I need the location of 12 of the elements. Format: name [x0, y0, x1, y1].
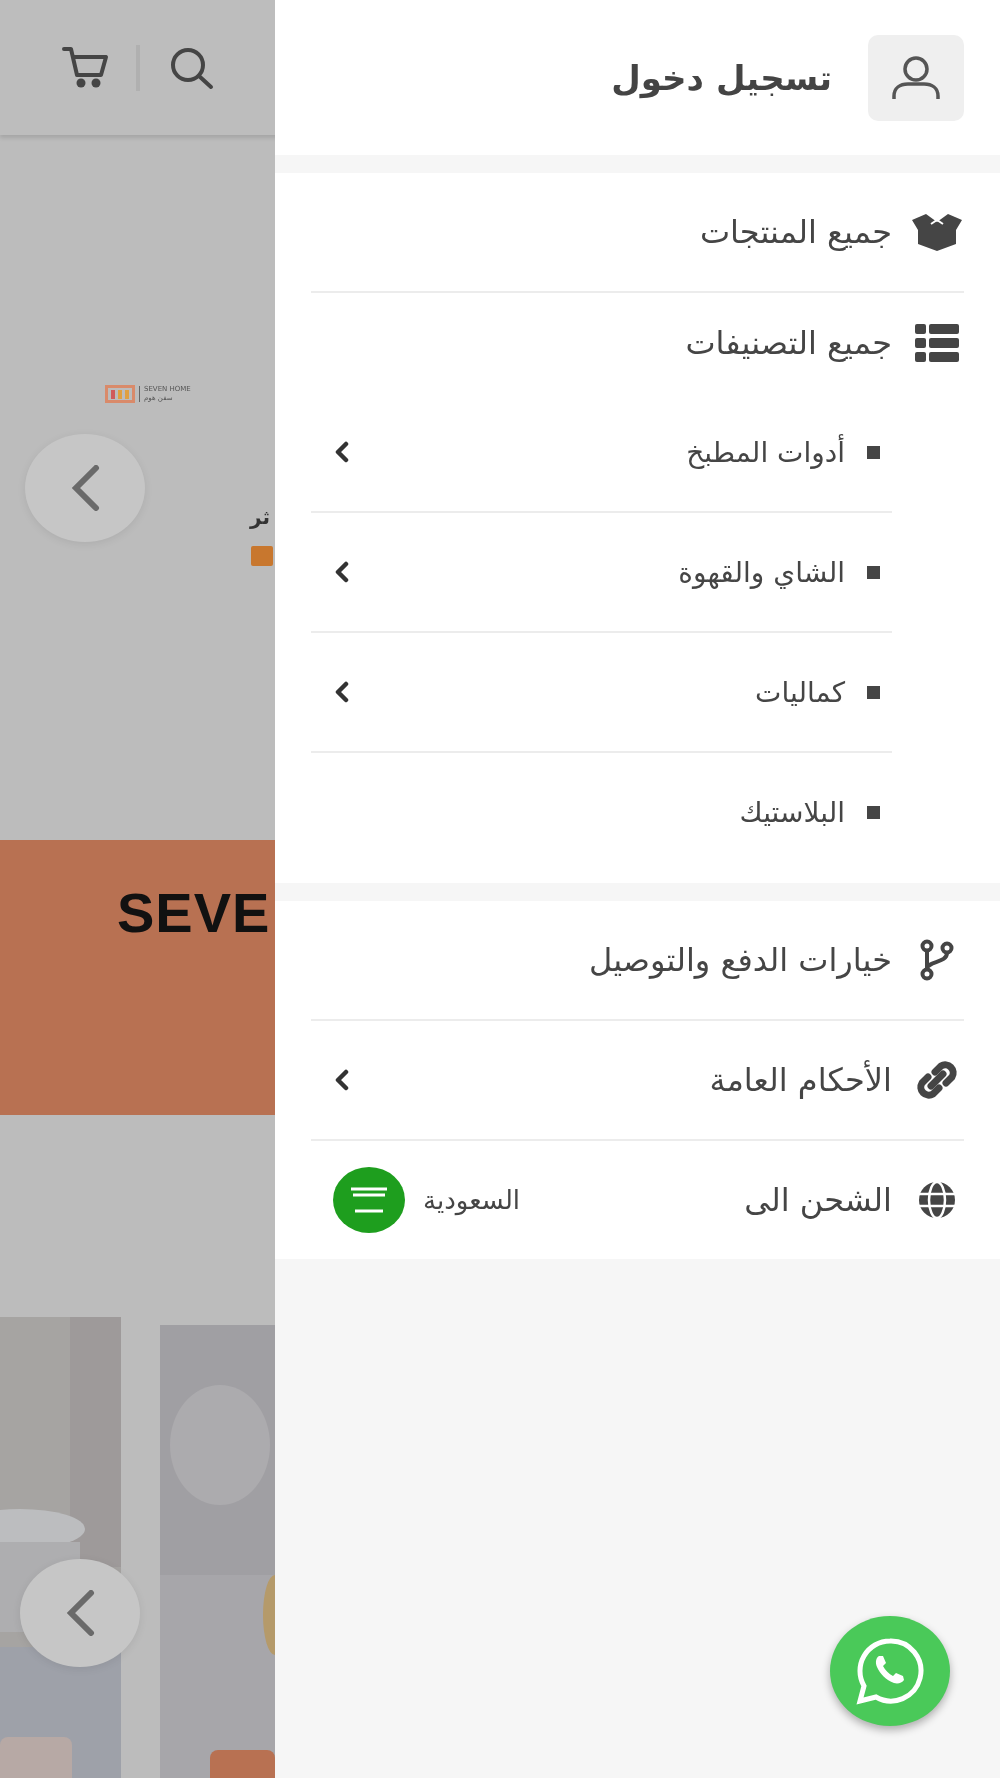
category-item[interactable]: كماليات [311, 633, 892, 753]
category-item[interactable]: الشاي والقهوة [311, 513, 892, 633]
menu-item[interactable]: جميع التصنيفات [311, 293, 964, 393]
menu-item[interactable]: خيارات الدفع والتوصيل [311, 901, 964, 1019]
login-link[interactable]: تسجيل دخول [611, 57, 832, 98]
banner-title: SEVE [117, 885, 271, 941]
slide-text: ثر [250, 505, 270, 529]
menu-item[interactable]: جميع المنتجات [311, 173, 964, 291]
shipping-selector[interactable]: الشحن الى السعودية [311, 1141, 964, 1259]
category-item[interactable]: أدوات المطبخ [311, 393, 892, 513]
menu-item[interactable]: الأحكام العامة [311, 1021, 964, 1139]
category-item[interactable]: البلاستيك [311, 753, 892, 871]
